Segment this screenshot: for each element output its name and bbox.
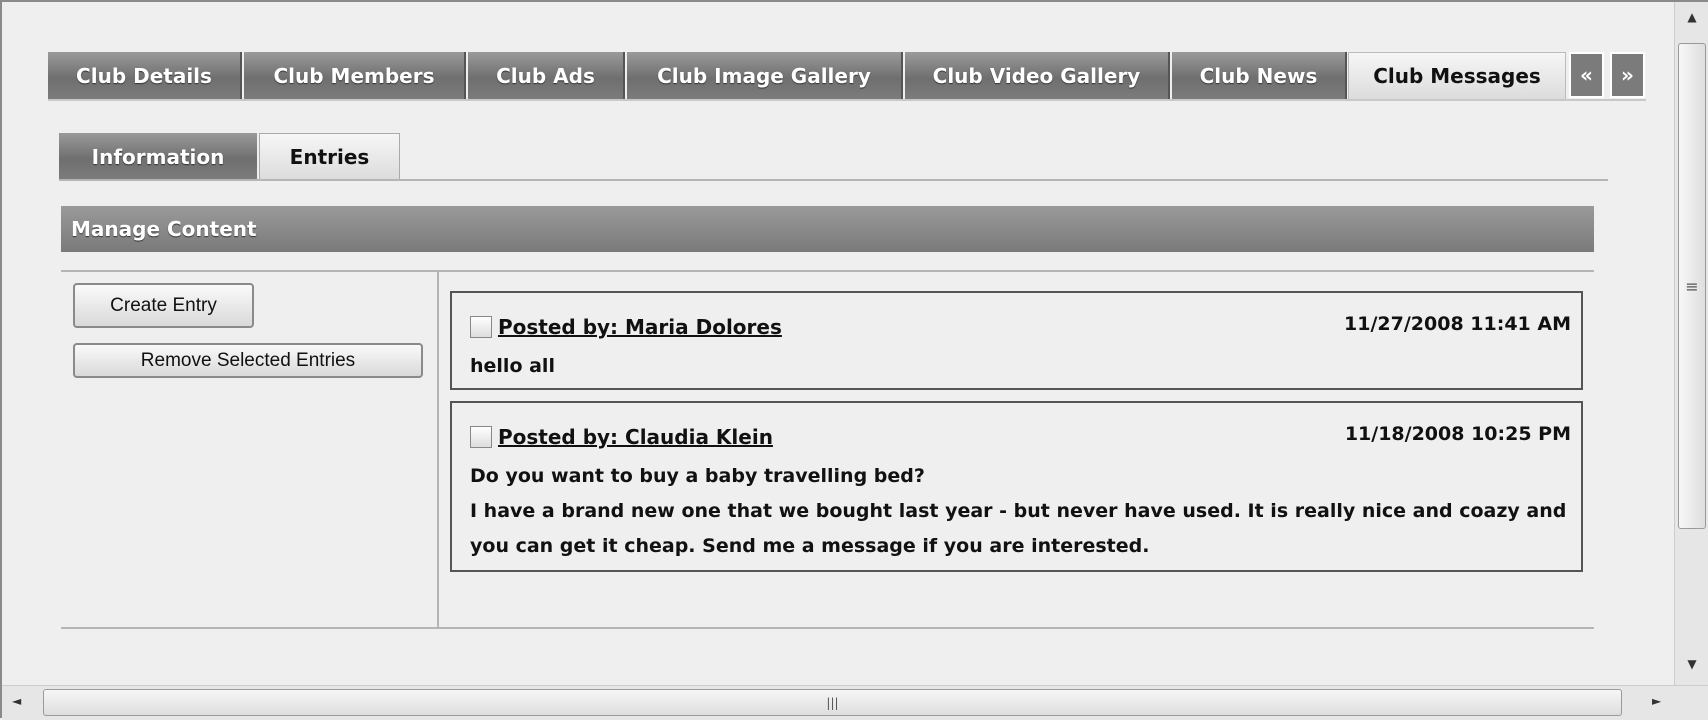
tab-bar-divider — [48, 99, 1646, 101]
entry-item: Posted by: Maria Dolores 11/27/2008 11:4… — [450, 291, 1583, 390]
vertical-scrollbar[interactable]: ▲ ≡ ▼ — [1674, 2, 1708, 685]
tab-club-details[interactable]: Club Details — [48, 52, 242, 100]
entry-body: Do you want to buy a baby travelling bed… — [470, 459, 1571, 564]
section-title: Manage Content — [61, 206, 1594, 252]
content-bottom-divider — [61, 627, 1594, 629]
entry-author-link[interactable]: Posted by: Maria Dolores — [498, 315, 782, 339]
tab-club-video-gallery[interactable]: Club Video Gallery — [905, 52, 1170, 100]
entry-author-link[interactable]: Posted by: Claudia Klein — [498, 425, 773, 449]
entry-date: 11/18/2008 10:25 PM — [1344, 423, 1571, 445]
content-top-divider — [61, 270, 1594, 272]
scroll-right-icon[interactable]: ► — [1652, 694, 1661, 708]
grip-icon: ≡ — [1685, 276, 1699, 296]
entry-line: Do you want to buy a baby travelling bed… — [470, 465, 925, 487]
tab-club-messages[interactable]: Club Messages — [1348, 52, 1566, 100]
entry-item: Posted by: Claudia Klein 11/18/2008 10:2… — [450, 401, 1583, 572]
entry-line: I have a brand new one that we bought la… — [470, 500, 1567, 557]
subtab-information[interactable]: Information — [59, 133, 257, 180]
entry-body: hello all — [470, 349, 1571, 384]
grip-icon: ||| — [826, 695, 839, 710]
entry-date: 11/27/2008 11:41 AM — [1344, 313, 1571, 335]
horizontal-scroll-thumb[interactable]: ||| — [43, 689, 1622, 716]
tabs-next-button[interactable]: » — [1610, 52, 1645, 98]
tab-club-image-gallery[interactable]: Club Image Gallery — [627, 52, 903, 100]
entry-checkbox[interactable] — [470, 316, 492, 338]
tabs-prev-button[interactable]: « — [1569, 52, 1604, 98]
create-entry-button[interactable]: Create Entry — [73, 283, 254, 328]
scroll-up-icon[interactable]: ▲ — [1675, 10, 1708, 24]
tab-club-ads[interactable]: Club Ads — [468, 52, 625, 100]
entry-line: hello all — [470, 355, 555, 377]
scroll-down-icon[interactable]: ▼ — [1675, 657, 1708, 671]
tab-club-members[interactable]: Club Members — [244, 52, 466, 100]
subtab-divider — [59, 179, 1608, 181]
horizontal-scrollbar[interactable]: ◄ ||| ► — [2, 685, 1708, 720]
remove-selected-entries-button[interactable]: Remove Selected Entries — [73, 343, 423, 378]
entry-checkbox[interactable] — [470, 426, 492, 448]
tab-club-news[interactable]: Club News — [1172, 52, 1347, 100]
vertical-scroll-thumb[interactable]: ≡ — [1678, 43, 1706, 529]
column-divider — [437, 271, 439, 629]
subtab-entries[interactable]: Entries — [259, 133, 400, 180]
scroll-left-icon[interactable]: ◄ — [12, 694, 21, 708]
